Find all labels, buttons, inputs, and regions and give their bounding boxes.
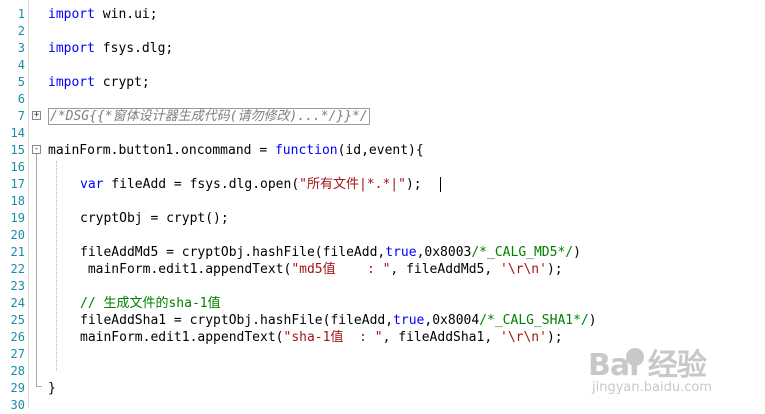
expand-fold-icon[interactable]: + <box>32 111 41 120</box>
keyword: function <box>274 143 338 158</box>
code-text: crypt; <box>94 75 150 90</box>
line-number: 23 <box>10 279 25 293</box>
code-text: fsys.dlg; <box>94 41 174 56</box>
code-text: ) <box>573 245 581 260</box>
code-text: fileAddMd5 = cryptObj.hashFile(fileAdd, <box>80 245 386 260</box>
fold-end-marker <box>36 386 42 387</box>
string-literal: '\r\n' <box>500 262 547 277</box>
line-number: 24 <box>10 296 25 310</box>
line-number: 14 <box>10 126 25 140</box>
keyword: true <box>385 245 417 260</box>
code-text: ); <box>405 177 422 192</box>
code-line-17: var fileAdd = fsys.dlg.open("所有文件|*.*|")… <box>80 176 422 193</box>
line-number: 5 <box>17 75 25 89</box>
text-caret <box>440 177 441 192</box>
line-number: 7 <box>17 109 25 123</box>
string-literal: "md5值 : " <box>291 262 391 277</box>
line-number: 18 <box>10 194 25 208</box>
watermark-site: jingyan.baidu.com <box>592 380 712 395</box>
code-text: win.ui; <box>94 7 158 22</box>
keyword: import <box>48 7 95 22</box>
collapse-fold-icon[interactable]: - <box>32 145 41 154</box>
code-text: ,0x8003 <box>416 245 472 260</box>
baidu-jingyan-watermark: Bai 经验 jingyan.baidu.com <box>588 340 758 402</box>
code-line-30: } <box>48 380 56 397</box>
line-number: 20 <box>10 228 25 242</box>
code-text: fileAdd = fsys.dlg.open( <box>103 177 300 192</box>
line-number: 21 <box>10 245 25 259</box>
line-number: 30 <box>10 398 25 412</box>
line-number: 1 <box>17 7 25 21</box>
code-text: ,0x8004 <box>424 313 480 328</box>
line-number: 3 <box>17 41 25 55</box>
code-text: (id,event){ <box>337 143 424 158</box>
line-number: 15 <box>10 143 25 157</box>
line-number-gutter: 1 2 3 4 5 6 7 14 15 16 17 18 19 20 21 22… <box>0 0 28 412</box>
code-text: , fileAddSha1, <box>382 330 500 345</box>
string-literal: '\r\n' <box>500 330 547 345</box>
code-line-5: import crypt; <box>48 74 150 91</box>
collapsed-region[interactable]: /*DSG{{*窗体设计器生成代码(请勿修改)...*/}}*/ <box>48 108 370 125</box>
code-text: mainForm.edit1.appendText( <box>80 330 284 345</box>
code-line-19: cryptObj = crypt(); <box>80 210 229 227</box>
code-text: mainForm.button1.oncommand = <box>48 143 275 158</box>
keyword: import <box>48 41 95 56</box>
inline-comment: /*_CALG_MD5*/ <box>471 245 574 260</box>
line-number: 4 <box>17 58 25 72</box>
code-line-26: mainForm.edit1.appendText("sha-1值 : ", f… <box>80 329 563 346</box>
code-line-25: fileAddSha1 = cryptObj.hashFile(fileAdd,… <box>80 312 597 329</box>
code-line-3: import fsys.dlg; <box>48 40 173 57</box>
code-text: mainForm.edit1.appendText( <box>80 262 292 277</box>
keyword: import <box>48 75 95 90</box>
line-number: 27 <box>10 347 25 361</box>
line-number: 19 <box>10 211 25 225</box>
code-text: ) <box>588 313 597 328</box>
code-text: ); <box>546 330 563 345</box>
code-line-21: fileAddMd5 = cryptObj.hashFile(fileAdd,t… <box>80 244 581 261</box>
line-number: 6 <box>17 92 25 106</box>
line-number: 2 <box>17 24 25 38</box>
code-text: } <box>48 381 56 396</box>
line-number: 22 <box>10 262 25 276</box>
line-number: 29 <box>10 381 25 395</box>
watermark-logo: Bai 经验 <box>588 348 707 383</box>
code-line-7[interactable]: /*DSG{{*窗体设计器生成代码(请勿修改)...*/}}*/ <box>48 108 370 125</box>
line-number: 28 <box>10 364 25 378</box>
string-literal: "sha-1值 : " <box>283 330 383 345</box>
code-line-22: mainForm.edit1.appendText("md5值 : ", fil… <box>80 261 563 278</box>
code-line-24: // 生成文件的sha-1值 <box>80 295 221 312</box>
string-literal: "所有文件|*.*|" <box>299 177 406 192</box>
indent-guide <box>56 161 57 371</box>
code-text: ); <box>546 262 563 277</box>
code-text: cryptObj = crypt(); <box>80 211 229 226</box>
paw-icon <box>626 348 644 366</box>
line-number: 17 <box>10 177 25 191</box>
line-number: 25 <box>10 313 25 327</box>
code-line-1: import win.ui; <box>48 6 158 23</box>
code-line-15: mainForm.button1.oncommand = function(id… <box>48 142 424 159</box>
code-text: , fileAddMd5, <box>390 262 500 277</box>
line-number: 16 <box>10 160 25 174</box>
keyword: true <box>393 313 425 328</box>
line-comment: // 生成文件的sha-1值 <box>80 296 221 311</box>
fold-range-line <box>36 154 37 386</box>
inline-comment: /*_CALG_SHA1*/ <box>479 313 589 328</box>
line-number: 26 <box>10 330 25 344</box>
code-text: fileAddSha1 = cryptObj.hashFile(fileAdd, <box>80 313 394 328</box>
keyword: var <box>80 177 104 192</box>
